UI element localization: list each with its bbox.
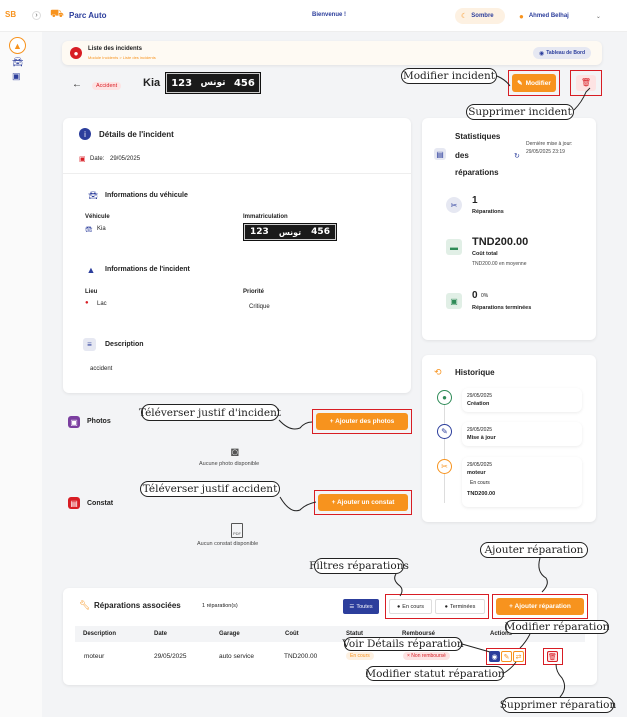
callout-connectors xyxy=(278,75,591,698)
